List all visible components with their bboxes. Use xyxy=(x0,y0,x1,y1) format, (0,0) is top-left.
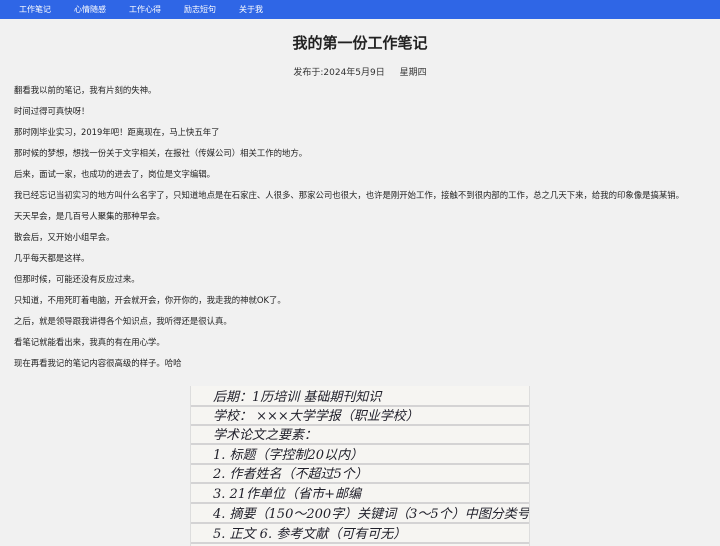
article-meta: 发布于:2024年5月9日 星期四 xyxy=(0,65,720,78)
notebook-page-illustration: 后期：1历培训 基础期刊知识 学校： ×××大学学报（职业学校） 学术论文之要素… xyxy=(191,386,530,546)
paragraph: 后来，面试一家，也成功的进去了，岗位是文字编辑。 xyxy=(14,169,215,179)
publish-weekday: 星期四 xyxy=(399,68,427,78)
top-navigation: 工作笔记 心情随感 工作心得 励志短句 关于我 xyxy=(0,0,720,19)
paragraph: 我已经忘记当初实习的地方叫什么名字了，只知道地点是在石家庄、人很多、那家公司也很… xyxy=(14,190,684,200)
notebook-line: 后期：1历培训 基础期刊知识 xyxy=(213,390,383,405)
publish-date: 发布于:2024年5月9日 xyxy=(293,68,385,78)
paragraph: 天天早会，是几百号人聚集的那种早会。 xyxy=(14,211,165,221)
notebook-photo: 后期：1历培训 基础期刊知识 学校： ×××大学学报（职业学校） 学术论文之要素… xyxy=(190,386,530,546)
paragraph: 那时刚毕业实习，2019年吧！距离现在，马上快五年了 xyxy=(14,127,220,137)
paragraph: 几乎每天都是这样。 xyxy=(14,253,90,263)
paragraph: 只知道，不用死盯着电脑，开会就开会，你开你的，我走我的神就OK了。 xyxy=(14,295,286,305)
article-body: 翻看我以前的笔记，我有片刻的失神。 时间过得可真快呀！ 那时刚毕业实习，2019… xyxy=(0,85,720,369)
notebook-line: 学校： ×××大学学报（职业学校） xyxy=(213,408,419,424)
nav-item-about-me[interactable]: 关于我 xyxy=(239,0,263,19)
nav-item-work-insights[interactable]: 工作心得 xyxy=(129,0,161,19)
notebook-line: 1. 标题（字控制20以内） xyxy=(213,447,363,463)
notebook-line: 3. 21作单位（省市+邮编 xyxy=(213,486,363,502)
notebook-line: 学术论文之要素： xyxy=(213,427,317,443)
paragraph: 时间过得可真快呀！ xyxy=(14,106,90,116)
nav-item-motivational-quotes[interactable]: 励志短句 xyxy=(184,0,216,19)
article-title: 我的第一份工作笔记 xyxy=(292,34,428,52)
paragraph: 之后，就是领导跟我讲得各个知识点，我听得还是很认真。 xyxy=(14,316,232,326)
notebook-line: 4. 摘要（150～200字）关键词（3～5个）中图分类号 xyxy=(212,506,530,522)
paragraph: 那时候的梦想，想找一份关于文字相关，在报社（传媒公司）相关工作的地方。 xyxy=(14,148,308,158)
paragraph: 散会后，又开始小组早会。 xyxy=(14,232,115,242)
paragraph: 看笔记就能看出来，我真的有在用心学。 xyxy=(14,337,165,347)
notebook-line: 2. 作者姓名（不超过5个） xyxy=(212,466,368,482)
nav-item-mood-notes[interactable]: 心情随感 xyxy=(74,0,106,19)
paragraph: 现在再看我记的笔记内容很高级的样子。哈哈 xyxy=(14,358,182,368)
paragraph: 但那时候，可能还没有反应过来。 xyxy=(14,274,140,284)
paragraph: 翻看我以前的笔记，我有片刻的失神。 xyxy=(14,85,157,95)
nav-item-work-notes[interactable]: 工作笔记 xyxy=(19,0,51,19)
